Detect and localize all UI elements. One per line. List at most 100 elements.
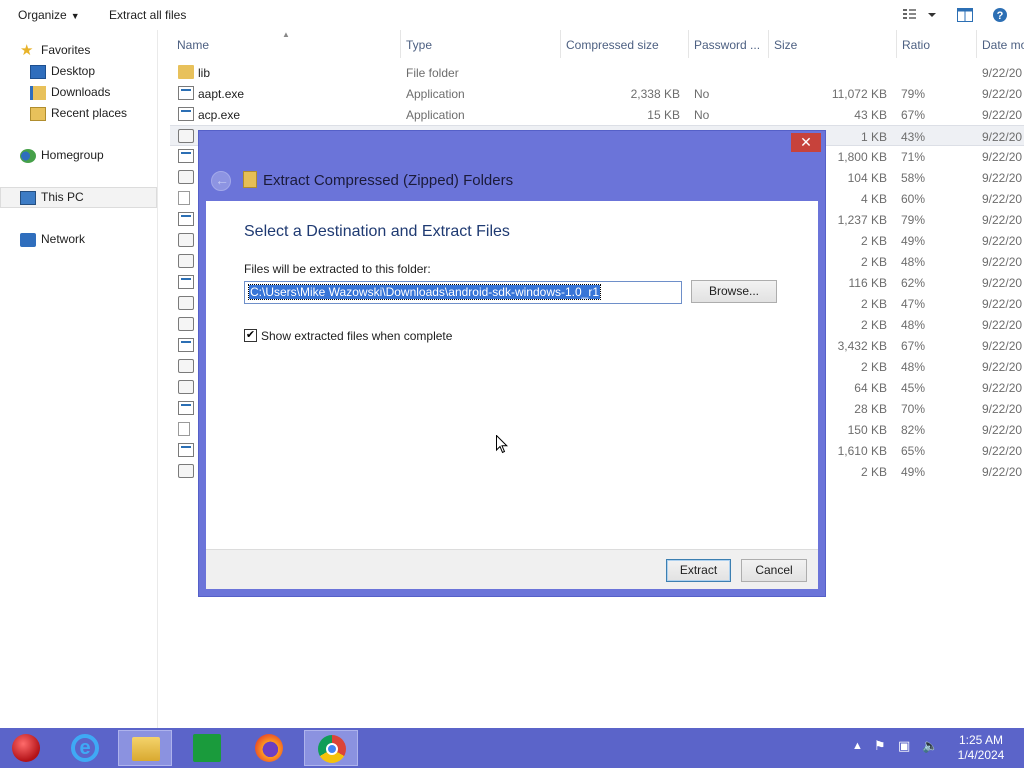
- taskbar-file-explorer[interactable]: [118, 730, 172, 766]
- date-modified: 9/22/20: [982, 297, 1023, 311]
- extract-all-button[interactable]: Extract all files: [109, 8, 186, 22]
- password-protected: No: [694, 87, 710, 101]
- file-size: 1,610 KB: [837, 444, 887, 458]
- column-type[interactable]: Type: [406, 38, 432, 52]
- nav-desktop-label: Desktop: [51, 64, 96, 78]
- compressed-size: 15 KB: [647, 108, 680, 122]
- taskbar-chrome[interactable]: [304, 730, 358, 766]
- application-icon: [178, 149, 194, 163]
- computer-icon: [20, 190, 36, 205]
- date-modified: 9/22/20: [982, 339, 1023, 353]
- compression-ratio: 79%: [901, 213, 926, 227]
- extract-button[interactable]: Extract: [666, 559, 731, 582]
- settings-file-icon: [178, 233, 194, 247]
- network-status-icon[interactable]: ▣: [898, 738, 910, 754]
- date-modified: 9/22/20: [982, 444, 1023, 458]
- file-type: File folder: [406, 66, 459, 80]
- compression-ratio: 82%: [901, 423, 926, 437]
- application-icon: [178, 107, 194, 121]
- compression-ratio: 47%: [901, 297, 926, 311]
- column-size[interactable]: Size: [774, 38, 797, 52]
- settings-file-icon: [178, 464, 194, 478]
- compression-ratio: 48%: [901, 360, 926, 374]
- compression-ratio: 58%: [901, 171, 926, 185]
- column-password[interactable]: Password ...: [694, 38, 760, 52]
- nav-network[interactable]: Network: [20, 229, 85, 250]
- nav-homegroup-label: Homegroup: [41, 148, 104, 162]
- destination-path-input[interactable]: C:\Users\Mike Wazowski\Downloads\android…: [244, 281, 682, 304]
- settings-file-icon: [178, 296, 194, 310]
- table-row[interactable]: lib File folder 9/22/20: [170, 62, 1024, 83]
- date-modified: 9/22/20: [982, 360, 1023, 374]
- nav-desktop[interactable]: Desktop: [30, 61, 95, 82]
- destination-path-text: C:\Users\Mike Wazowski\Downloads\android…: [247, 284, 602, 300]
- file-type: Application: [406, 87, 465, 101]
- browse-button[interactable]: Browse...: [691, 280, 777, 303]
- start-button[interactable]: [0, 730, 54, 766]
- help-icon[interactable]: ?: [992, 6, 1010, 24]
- preview-pane-icon[interactable]: [956, 6, 974, 24]
- file-size: 2 KB: [860, 297, 887, 311]
- date-modified: 9/22/20: [982, 130, 1023, 144]
- store-icon: [193, 734, 221, 762]
- file-name: acp.exe: [198, 108, 241, 122]
- volume-muted-icon[interactable]: 🔈: [922, 738, 938, 754]
- nav-downloads-label: Downloads: [51, 85, 111, 99]
- action-center-flag-icon[interactable]: ⚑: [874, 738, 886, 754]
- organize-button[interactable]: Organize ▼: [18, 8, 80, 22]
- change-view-icon[interactable]: [901, 6, 941, 24]
- column-divider[interactable]: [688, 30, 689, 58]
- date-modified: 9/22/20: [982, 234, 1023, 248]
- nav-recent-places-label: Recent places: [51, 106, 128, 120]
- cancel-button[interactable]: Cancel: [741, 559, 807, 582]
- column-date-modified[interactable]: Date mo: [982, 38, 1024, 52]
- nav-homegroup[interactable]: Homegroup: [20, 145, 104, 166]
- settings-file-icon: [178, 359, 194, 373]
- file-explorer-icon: [132, 737, 160, 761]
- column-divider[interactable]: [560, 30, 561, 58]
- file-size: 4 KB: [860, 192, 887, 206]
- taskbar-internet-explorer[interactable]: e: [58, 730, 112, 766]
- show-hidden-icons-icon[interactable]: ▲: [852, 740, 863, 752]
- network-icon: [20, 232, 36, 247]
- nav-downloads[interactable]: Downloads: [30, 82, 110, 103]
- column-divider[interactable]: [896, 30, 897, 58]
- date-modified: 9/22/20: [982, 255, 1023, 269]
- nav-this-pc[interactable]: This PC: [0, 187, 157, 208]
- column-ratio[interactable]: Ratio: [902, 38, 930, 52]
- table-row[interactable]: aapt.exe Application 2,338 KB No 11,072 KB 79…: [170, 83, 1024, 104]
- compression-ratio: 45%: [901, 381, 926, 395]
- file-size: 64 KB: [854, 381, 887, 395]
- nav-recent-places[interactable]: Recent places: [30, 103, 127, 124]
- column-headers: Name ▲ Type Compressed size Password ...…: [158, 30, 1024, 58]
- destination-label: Files will be extracted to this folder:: [244, 262, 431, 276]
- star-icon: ★: [20, 41, 34, 59]
- dialog-content: Select a Destination and Extract Files F…: [206, 201, 818, 549]
- file-size: 2 KB: [860, 360, 887, 374]
- column-compressed-size[interactable]: Compressed size: [566, 38, 659, 52]
- show-files-checkbox[interactable]: ✔: [244, 329, 257, 342]
- date-modified: 9/22/20: [982, 192, 1023, 206]
- close-button[interactable]: ✕: [791, 133, 821, 152]
- taskbar-store[interactable]: [180, 730, 234, 766]
- system-clock[interactable]: 1:25 AM 1/4/2024: [950, 733, 1012, 763]
- show-files-label[interactable]: Show extracted files when complete: [261, 329, 452, 343]
- firefox-icon: [255, 734, 283, 762]
- column-divider[interactable]: [976, 30, 977, 58]
- date-modified: 9/22/20: [982, 108, 1023, 122]
- file-size: 28 KB: [854, 402, 887, 416]
- column-name[interactable]: Name: [177, 38, 209, 52]
- file-size: 1,237 KB: [837, 213, 887, 227]
- file-size: 43 KB: [854, 108, 887, 122]
- table-row[interactable]: acp.exe Application 15 KB No 43 KB 67% 9/22/20: [170, 104, 1024, 125]
- taskbar-firefox[interactable]: [242, 730, 296, 766]
- nav-favorites[interactable]: ★ Favorites: [20, 40, 90, 61]
- clock-time: 1:25 AM: [958, 733, 1004, 747]
- column-divider[interactable]: [768, 30, 769, 58]
- date-modified: 9/22/20: [982, 66, 1023, 80]
- homegroup-icon: [20, 148, 36, 163]
- back-arrow-icon[interactable]: [211, 171, 231, 191]
- file-size: 2 KB: [860, 255, 887, 269]
- compression-ratio: 71%: [901, 150, 926, 164]
- column-divider[interactable]: [400, 30, 401, 58]
